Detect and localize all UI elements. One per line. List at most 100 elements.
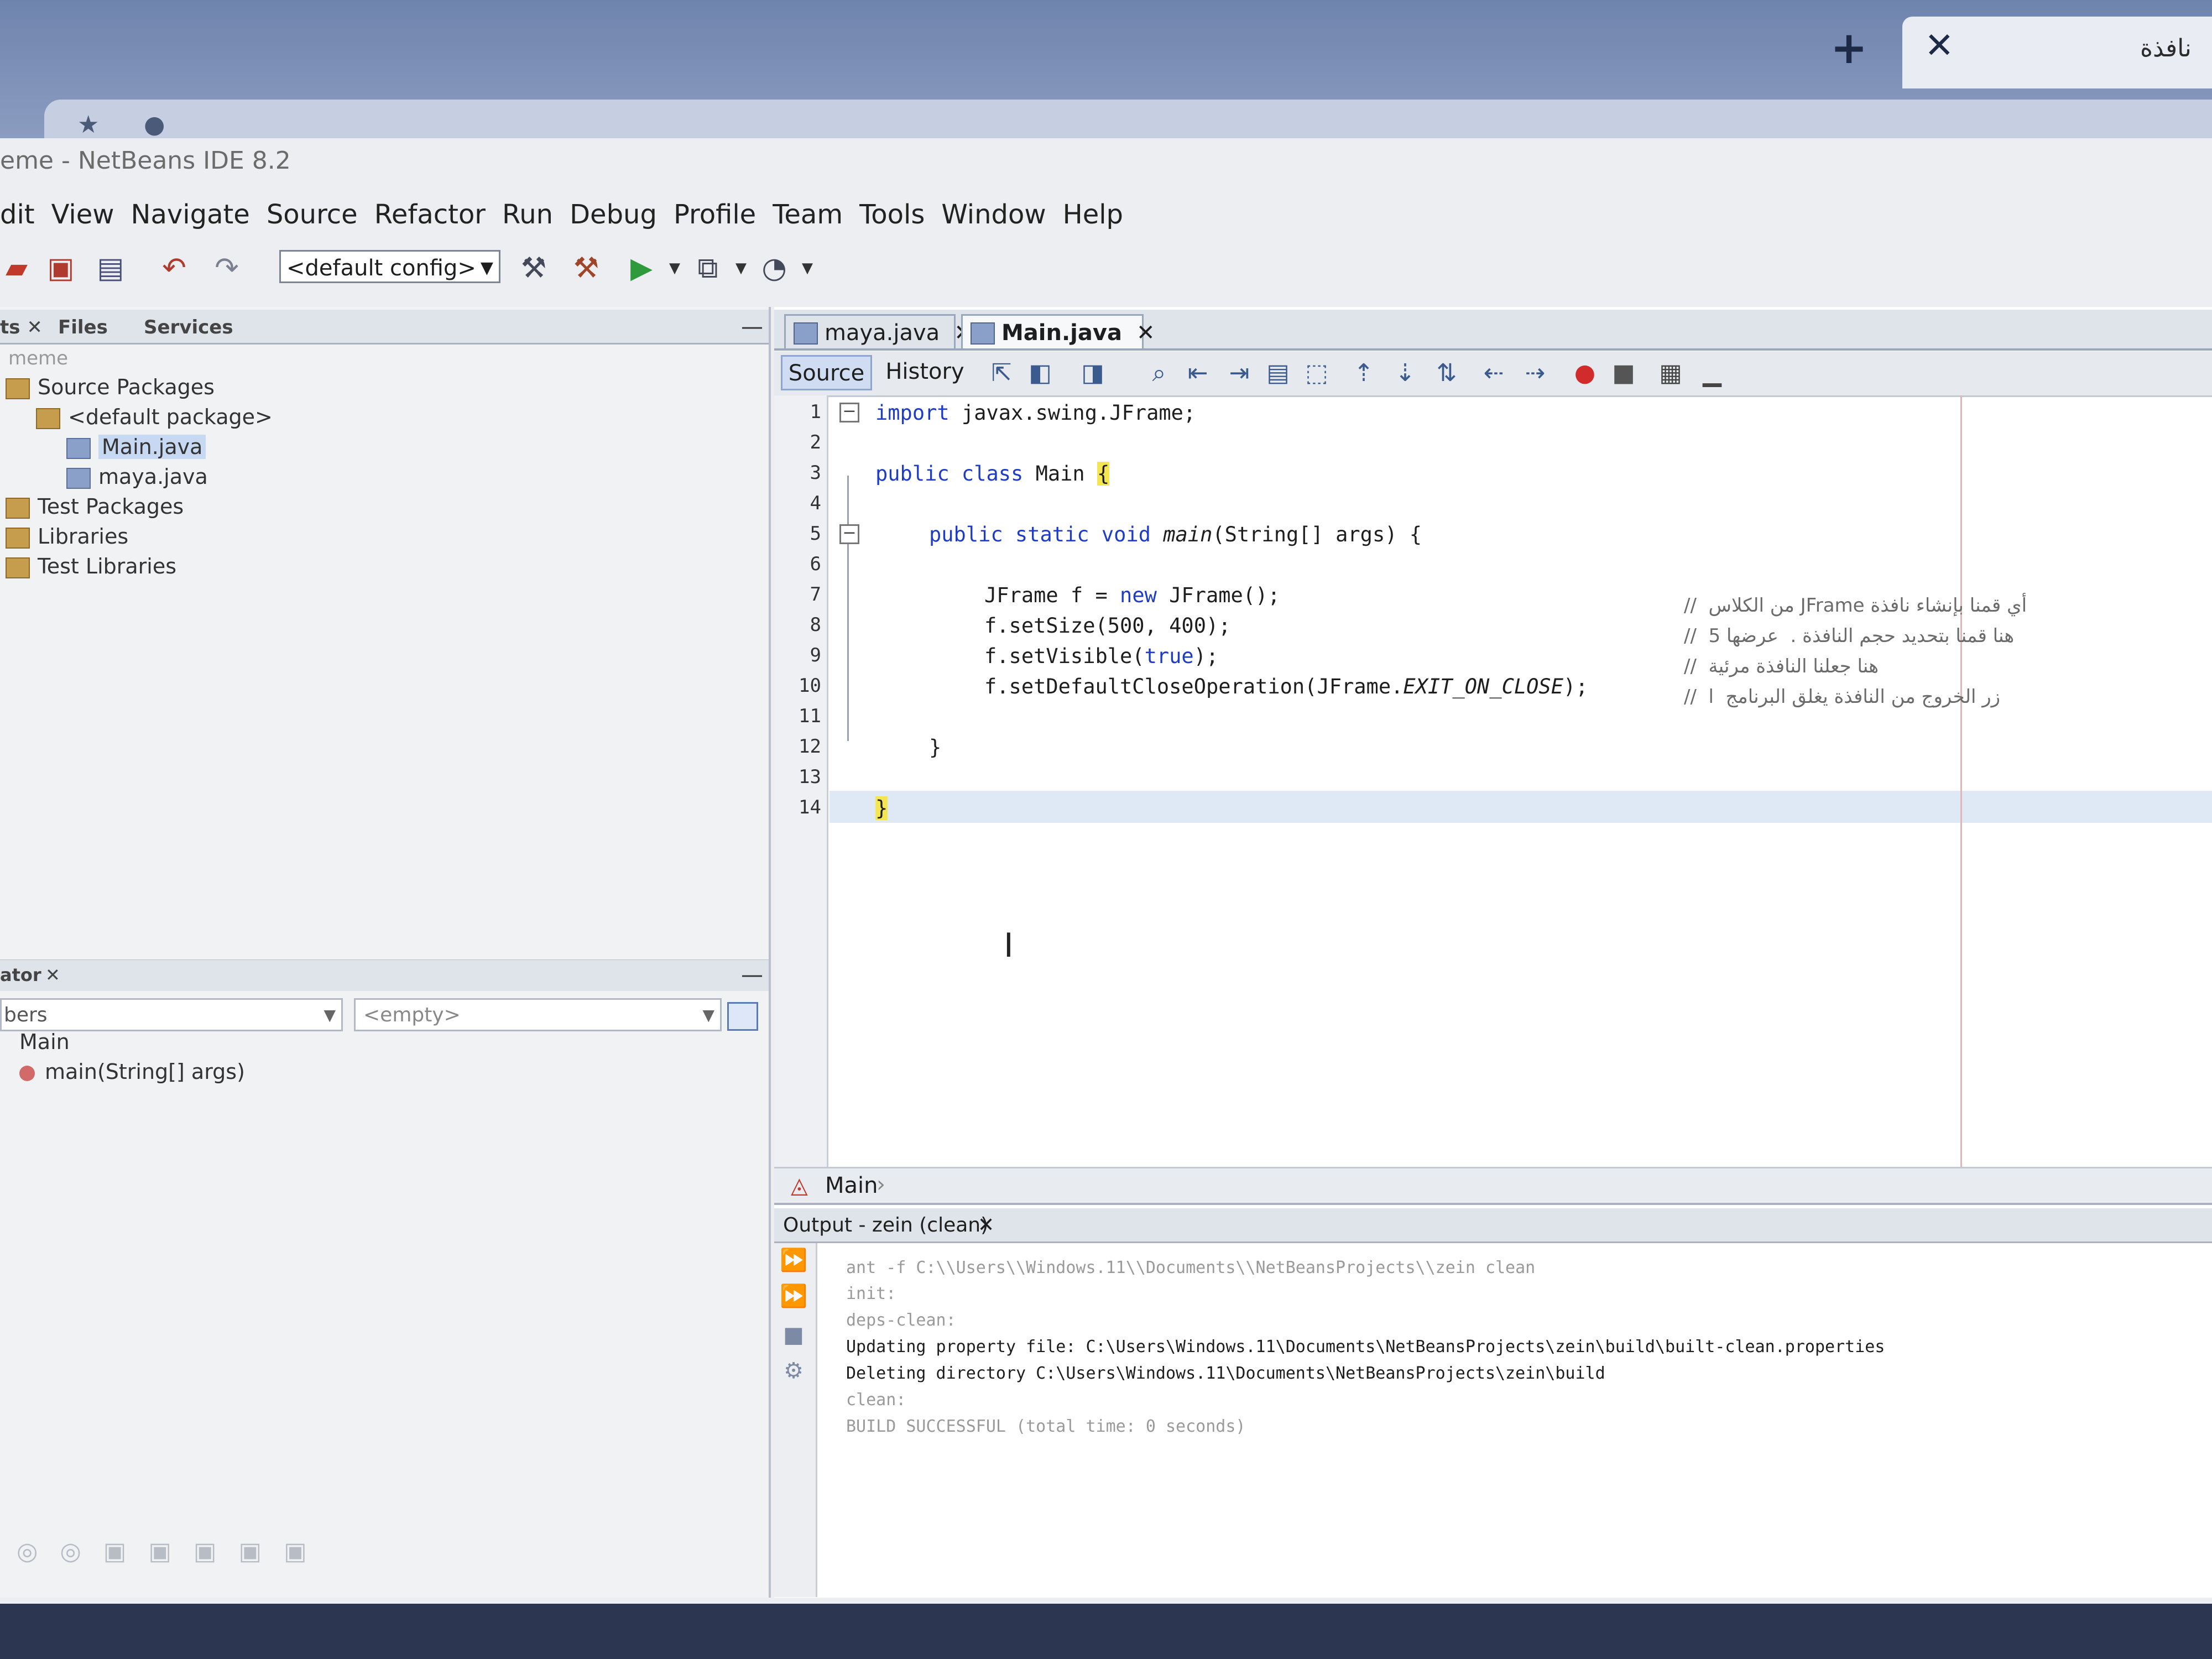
tab-projects[interactable]: ts ✕ xyxy=(0,316,43,338)
menu-source[interactable]: Source xyxy=(267,199,358,243)
toggle-bookmark-icon[interactable]: ⇅ xyxy=(1432,361,1461,386)
previous-bookmark-icon[interactable]: ⇡ xyxy=(1349,361,1378,386)
save-all-icon[interactable]: ▤ xyxy=(94,252,127,285)
stop-macro-record-icon[interactable]: ■ xyxy=(1609,361,1638,386)
chevron-down-icon[interactable]: ▼ xyxy=(658,252,691,285)
minimize-button[interactable]: — xyxy=(741,314,763,340)
bookmark-icon[interactable]: ● xyxy=(144,111,165,139)
menu-navigate[interactable]: Navigate xyxy=(131,199,250,243)
tree-item-label: maya.java xyxy=(98,465,208,489)
tree-item[interactable]: Libraries xyxy=(6,524,128,549)
menu-tools[interactable]: Tools xyxy=(859,199,925,243)
back-icon[interactable]: ◧ xyxy=(1026,361,1055,386)
tab-files[interactable]: Files xyxy=(58,316,108,338)
code-text: f.setDefaultCloseOperation(JFrame. xyxy=(984,675,1404,698)
tree-item[interactable]: Test Packages xyxy=(6,494,184,519)
profile-icon[interactable]: ◔ xyxy=(758,252,791,285)
close-tab-icon[interactable]: ✕ xyxy=(1924,25,1954,66)
next-bookmark-icon[interactable]: ⇣ xyxy=(1391,361,1420,386)
uncomment-icon[interactable]: ▁ xyxy=(1698,361,1726,386)
java-file-icon xyxy=(794,322,818,345)
new-project-icon[interactable]: ▰ xyxy=(0,252,33,285)
start-macro-record-icon[interactable]: ● xyxy=(1571,361,1599,386)
undo-icon[interactable]: ↶ xyxy=(158,252,191,285)
navigator-tab[interactable]: ator ✕ — xyxy=(0,960,769,991)
star-icon[interactable]: ★ xyxy=(77,111,99,139)
rerun-with-options-icon[interactable]: ⏩ xyxy=(780,1283,807,1310)
tree-item[interactable]: <default package> xyxy=(36,405,273,429)
menu-run[interactable]: Run xyxy=(502,199,553,243)
last-edit-icon[interactable]: ⇱ xyxy=(987,361,1016,386)
output-line: Updating property file: C:\Users\Windows… xyxy=(846,1337,1885,1357)
tab-main-java[interactable]: Main.java ✕ xyxy=(961,314,1155,348)
menu-help[interactable]: Help xyxy=(1063,199,1123,243)
redo-icon[interactable]: ↷ xyxy=(210,252,243,285)
open-project-icon[interactable]: ▣ xyxy=(44,252,77,285)
toggle-highlight-icon[interactable]: ▤ xyxy=(1264,361,1292,386)
new-tab-button[interactable]: + xyxy=(1830,22,1867,74)
tree-item[interactable]: Source Packages xyxy=(6,375,215,399)
code-line-9[interactable]: f.setVisible(true); xyxy=(984,644,1218,668)
members-select[interactable]: bers ▼ xyxy=(0,998,343,1031)
tab-maya-java[interactable]: maya.java✕ xyxy=(784,314,973,348)
menu-edit[interactable]: dit xyxy=(0,199,35,243)
menu-team[interactable]: Team xyxy=(773,199,843,243)
shift-left-icon[interactable]: ⇠ xyxy=(1479,361,1508,386)
comment-icon[interactable]: ▦ xyxy=(1656,361,1685,386)
source-view-button[interactable]: Source xyxy=(781,355,872,390)
settings-icon[interactable]: ⚙ xyxy=(780,1358,807,1384)
build-hammer-icon[interactable]: ⚒ xyxy=(517,252,550,285)
close-icon[interactable]: ✕ xyxy=(45,964,60,985)
run-icon[interactable]: ▶ xyxy=(625,252,658,285)
close-icon[interactable]: ✕ xyxy=(978,1214,994,1237)
navigator-class-item[interactable]: Main xyxy=(19,1030,70,1054)
menu-refactor[interactable]: Refactor xyxy=(374,199,486,243)
editor-area[interactable] xyxy=(774,307,2212,1186)
chevron-right-icon: › xyxy=(877,1172,885,1197)
rerun-icon[interactable]: ⏩ xyxy=(780,1247,807,1274)
output-tab[interactable]: Output - zein (clean) ✕ xyxy=(774,1208,2212,1243)
tree-item[interactable]: Test Libraries xyxy=(6,554,176,578)
class-icon: ◬ xyxy=(791,1173,808,1198)
find-icon[interactable]: ⌕ xyxy=(1145,361,1173,386)
code-line-8[interactable]: f.setSize(500, 400); xyxy=(984,614,1231,638)
output-line: Deleting directory C:\Users\Windows.11\D… xyxy=(846,1364,1605,1383)
tab-services[interactable]: Services xyxy=(144,316,233,338)
menu-profile[interactable]: Profile xyxy=(674,199,756,243)
code-line-10[interactable]: f.setDefaultCloseOperation(JFrame.EXIT_O… xyxy=(984,675,1588,698)
fold-toggle-icon[interactable]: − xyxy=(839,524,859,544)
code-line-14[interactable]: } xyxy=(875,796,888,820)
breadcrumb-item[interactable]: Main xyxy=(825,1173,878,1198)
fold-toggle-icon[interactable]: − xyxy=(839,403,859,422)
project-root[interactable]: meme xyxy=(8,347,68,369)
debug-icon[interactable]: ⧉ xyxy=(691,252,724,285)
tree-item[interactable]: maya.java xyxy=(66,465,208,489)
menu-window[interactable]: Window xyxy=(941,199,1046,243)
chevron-down-icon[interactable]: ▼ xyxy=(791,252,824,285)
chevron-down-icon[interactable]: ▼ xyxy=(724,252,758,285)
shift-right-icon[interactable]: ⇢ xyxy=(1521,361,1550,386)
filter-select[interactable]: <empty> ▼ xyxy=(354,998,722,1031)
tree-item[interactable]: Main.java xyxy=(66,435,206,459)
forward-icon[interactable]: ◨ xyxy=(1078,361,1107,386)
config-select[interactable]: <default config> ▼ xyxy=(279,250,500,283)
code-line-3[interactable]: public class Main { xyxy=(875,462,1110,486)
navigator-method-item[interactable]: main(String[] args) xyxy=(19,1060,245,1084)
toggle-rect-selection-icon[interactable]: ⬚ xyxy=(1302,361,1331,386)
find-previous-icon[interactable]: ⇤ xyxy=(1183,361,1212,386)
menu-debug[interactable]: Debug xyxy=(570,199,657,243)
navigator-options-icon[interactable] xyxy=(727,1002,758,1031)
code-line-1[interactable]: import javax.swing.JFrame; xyxy=(875,401,1196,425)
find-next-icon[interactable]: ⇥ xyxy=(1225,361,1254,386)
minimize-button[interactable]: — xyxy=(741,962,763,988)
code-line-7[interactable]: JFrame f = new JFrame(); xyxy=(984,583,1280,607)
config-value: <default config> xyxy=(286,255,476,281)
history-view-button[interactable]: History xyxy=(879,355,971,390)
code-line-12[interactable]: } xyxy=(929,735,941,759)
menu-view[interactable]: View xyxy=(51,199,114,243)
code-text: Main xyxy=(1023,462,1097,486)
clean-build-icon[interactable]: ⚒ xyxy=(570,252,603,285)
code-line-5[interactable]: public static void main(String[] args) { xyxy=(929,523,1422,546)
close-icon[interactable]: ✕ xyxy=(1136,320,1155,346)
stop-icon[interactable]: ■ xyxy=(780,1322,807,1348)
